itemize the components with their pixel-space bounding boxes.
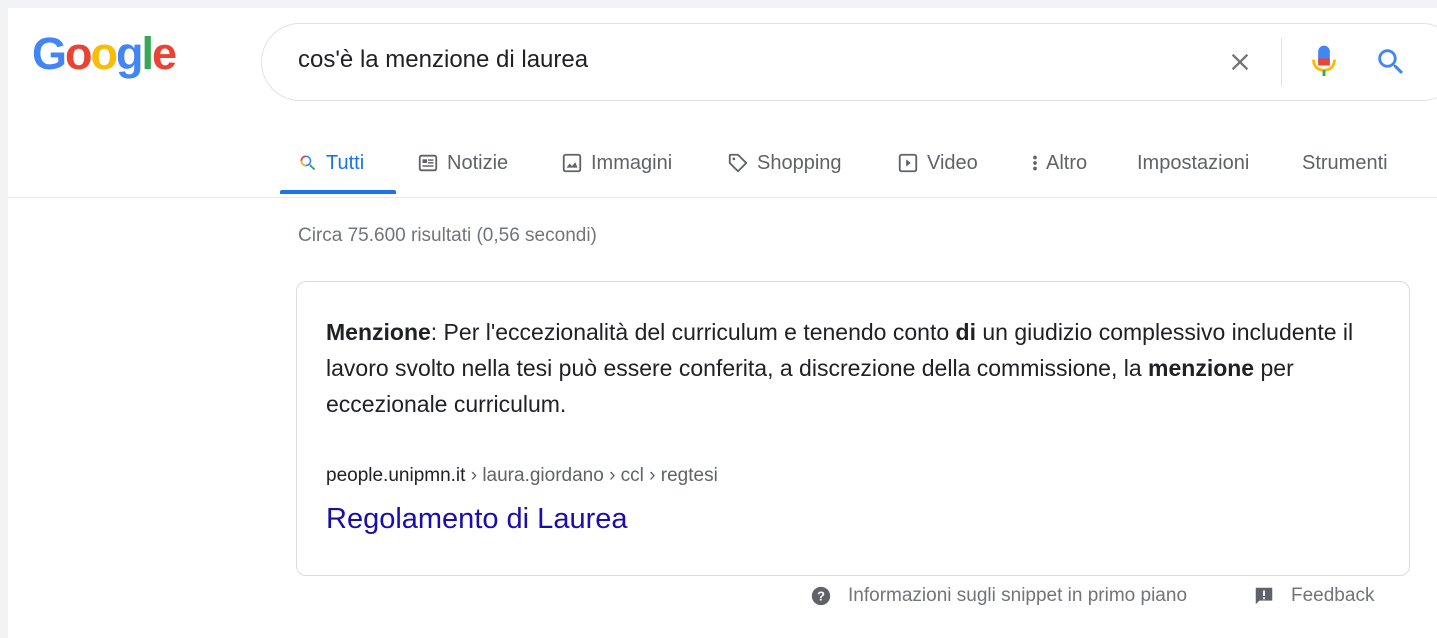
tag-icon: [728, 153, 748, 173]
logo-letter: g: [116, 28, 143, 79]
feedback-icon: [1255, 587, 1273, 605]
logo-letter: e: [152, 28, 177, 79]
tab-label: Shopping: [757, 151, 842, 174]
logo-letter: G: [32, 28, 67, 79]
image-icon: [562, 153, 582, 173]
snippet-highlight: Menzione: [326, 319, 431, 345]
tab-tools[interactable]: Strumenti: [1302, 148, 1388, 178]
play-icon: [898, 153, 918, 173]
search-input[interactable]: cos'è la menzione di laurea: [298, 46, 588, 74]
tab-label: Notizie: [447, 151, 509, 174]
help-icon: ?: [811, 586, 831, 606]
tab-label: Impostazioni: [1137, 151, 1250, 174]
svg-text:?: ?: [817, 589, 825, 604]
tab-more[interactable]: Altro: [1028, 148, 1087, 178]
feedback-button[interactable]: Feedback: [1253, 585, 1374, 607]
feedback-label: Feedback: [1291, 585, 1375, 606]
snippet-highlight: di: [955, 319, 976, 345]
google-logo[interactable]: Google: [32, 28, 177, 79]
microphone-icon[interactable]: [1310, 43, 1338, 81]
more-vert-icon: [1033, 155, 1037, 171]
search-icon[interactable]: [1374, 45, 1408, 79]
tab-shopping[interactable]: Shopping: [727, 148, 842, 178]
search-tabs: Tutti Notizie Immagini Shopping Video Al…: [0, 130, 1437, 198]
tab-label: Tutti: [326, 151, 365, 174]
logo-letter: l: [141, 28, 154, 79]
tab-news[interactable]: Notizie: [417, 148, 508, 178]
result-stats: Circa 75.600 risultati (0,56 secondi): [298, 225, 597, 246]
tab-label: Strumenti: [1302, 151, 1388, 174]
close-icon[interactable]: [1226, 48, 1254, 76]
tab-video[interactable]: Video: [897, 148, 978, 178]
featured-snippet-text: Menzione: Per l'eccezionalità del curric…: [326, 314, 1376, 422]
logo-letter: o: [65, 28, 92, 79]
top-strip: [0, 0, 1437, 8]
about-snippet-label: Informazioni sugli snippet in primo pian…: [848, 585, 1188, 606]
result-domain: people.unipmn.it: [326, 465, 466, 486]
tab-label: Immagini: [591, 151, 673, 174]
tab-label: Altro: [1046, 151, 1088, 174]
tab-label: Video: [927, 151, 978, 174]
left-strip: [0, 0, 8, 638]
search-divider: [1281, 38, 1282, 86]
snippet-highlight: menzione: [1148, 355, 1255, 381]
result-title-link[interactable]: Regolamento di Laurea: [326, 503, 627, 536]
tabs-divider: [8, 197, 1437, 198]
news-icon: [418, 154, 438, 172]
tab-all[interactable]: Tutti: [298, 148, 364, 178]
tab-settings[interactable]: Impostazioni: [1137, 148, 1249, 178]
search-icon: [300, 155, 316, 171]
logo-letter: o: [90, 28, 118, 79]
result-breadcrumb[interactable]: people.unipmn.it › laura.giordano › ccl …: [326, 465, 718, 487]
result-path: › laura.giordano › ccl › regtesi: [465, 465, 718, 486]
snippet-text-part: : Per l'eccezionalità del curriculum e t…: [430, 319, 956, 345]
tab-images[interactable]: Immagini: [561, 148, 672, 178]
active-tab-indicator: [280, 190, 396, 194]
about-snippet-link[interactable]: ? Informazioni sugli snippet in primo pi…: [810, 585, 1187, 607]
